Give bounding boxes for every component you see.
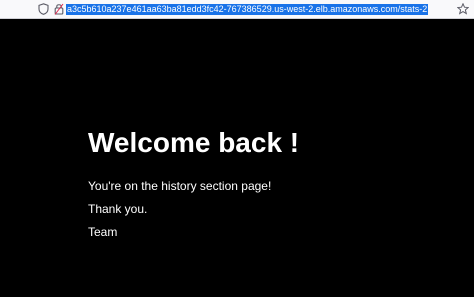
lock-icon[interactable]	[52, 2, 66, 16]
signature-text: Team	[88, 225, 118, 239]
thank-you-text: Thank you.	[88, 202, 148, 216]
url-bar[interactable]: a3c5b610a237e461aa63ba81edd3fc42-7673865…	[66, 4, 429, 15]
star-icon[interactable]	[456, 2, 470, 16]
history-message: You're on the history section page!	[88, 179, 272, 193]
page-heading: Welcome back !	[88, 127, 300, 158]
shield-icon[interactable]	[36, 2, 50, 16]
browser-toolbar: a3c5b610a237e461aa63ba81edd3fc42-7673865…	[0, 0, 474, 19]
